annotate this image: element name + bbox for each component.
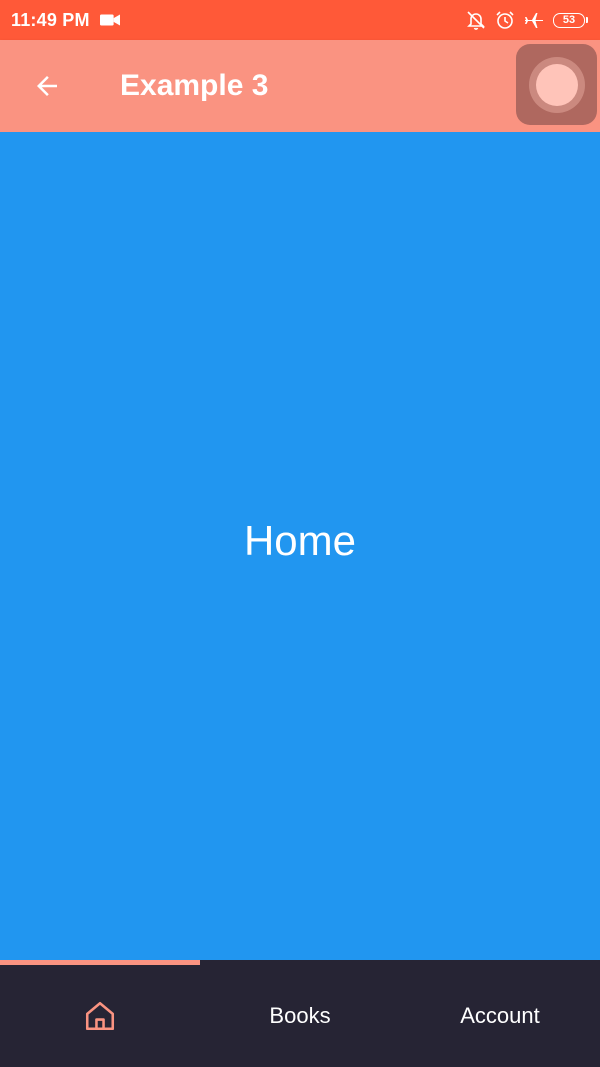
tab-books[interactable]: Books [200, 965, 400, 1067]
video-camera-icon [99, 10, 120, 30]
status-left: 11:49 PM [11, 10, 120, 31]
touch-dot [535, 63, 578, 106]
notifications-off-icon [466, 10, 486, 30]
alarm-icon [495, 10, 515, 30]
tab-books-label: Books [269, 1003, 331, 1028]
app-bar: Example 3 [0, 40, 600, 132]
page-title: Example 3 [120, 69, 269, 102]
page-content: Home [0, 132, 600, 960]
battery-level: 53 [553, 12, 585, 28]
status-bar: 11:49 PM 53 [0, 0, 600, 40]
bottom-navigation: Books Account [0, 960, 600, 1067]
airplane-icon [524, 10, 544, 30]
bottom-nav-items: Books Account [0, 965, 600, 1067]
tab-account-label: Account [460, 1003, 540, 1028]
battery-tip [586, 17, 588, 23]
touch-indicator [516, 44, 597, 125]
home-icon [85, 1001, 115, 1031]
page-label: Home [243, 517, 357, 564]
status-time: 11:49 PM [11, 9, 90, 30]
tab-account[interactable]: Account [400, 965, 600, 1067]
arrow-back-icon [37, 76, 57, 96]
touch-ring [528, 56, 585, 113]
back-button[interactable] [17, 56, 77, 116]
status-right: 53 [466, 10, 588, 30]
tab-home[interactable] [0, 965, 200, 1067]
battery-icon: 53 [553, 12, 588, 28]
